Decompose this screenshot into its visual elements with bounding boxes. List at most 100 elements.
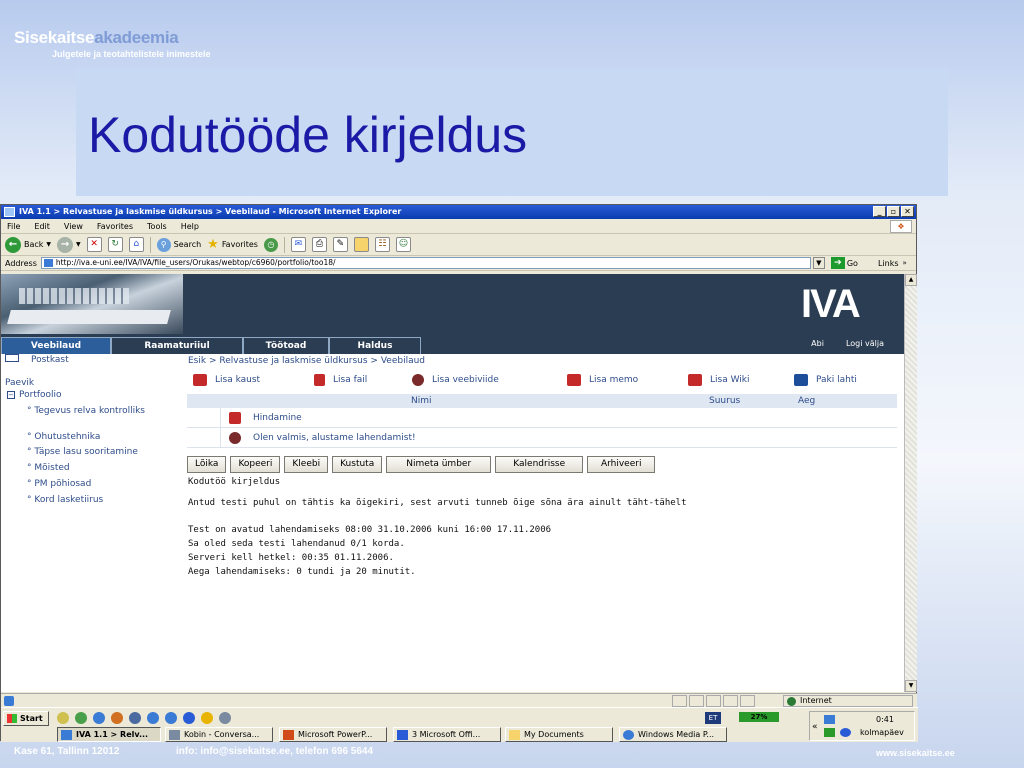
favorites-button[interactable]: ★ Favorites — [207, 237, 258, 252]
link-icon — [412, 374, 424, 386]
chevron-right-icon[interactable]: » — [903, 259, 907, 267]
help-link[interactable]: Abi — [811, 339, 824, 348]
go-button[interactable]: ➔ Go — [830, 257, 858, 269]
sidebar-item-portfoolio[interactable]: − Portfoolio — [7, 390, 62, 400]
tab-tootoad[interactable]: Töötoad — [243, 337, 329, 354]
messenger-icon[interactable]: ☺ — [395, 237, 411, 252]
restore-button[interactable]: ▫ — [887, 206, 900, 217]
quicklaunch-icon[interactable] — [183, 712, 195, 724]
start-button[interactable]: Start — [3, 711, 49, 726]
add-wiki-button[interactable]: Lisa Wiki — [688, 374, 750, 386]
quicklaunch-icon[interactable] — [75, 712, 87, 724]
sidebar-item-tapse-lasu[interactable]: ° Täpse lasu sooritamine — [27, 447, 138, 457]
messenger-icon[interactable] — [840, 728, 851, 737]
address-dropdown-icon[interactable]: ▼ — [812, 257, 825, 269]
chevron-left-icon[interactable]: « — [812, 722, 818, 732]
home-icon[interactable]: ⌂ — [128, 237, 144, 252]
taskbar-button-iva[interactable]: IVA 1.1 > Relv... — [57, 727, 161, 742]
unpack-button[interactable]: Paki lahti — [794, 374, 857, 386]
edit-icon[interactable]: ✎ — [332, 237, 348, 252]
go-label: Go — [846, 258, 858, 268]
item-buttons: Lõika Kopeeri Kleebi Kustuta Nimeta ümbe… — [187, 456, 656, 473]
menu-view[interactable]: View — [64, 219, 83, 233]
add-memo-button[interactable]: Lisa memo — [567, 374, 638, 386]
select-cell[interactable] — [187, 428, 221, 448]
breadcrumb[interactable]: Esik > Relvastuse ja laskmise üldkursus … — [188, 356, 425, 366]
history-icon[interactable]: ◷ — [263, 237, 278, 252]
col-time[interactable]: Aeg — [798, 394, 815, 408]
copy-button[interactable]: Kopeeri — [230, 456, 281, 473]
logout-link[interactable]: Logi välja — [846, 339, 884, 348]
mail-icon[interactable]: ✉ — [290, 237, 306, 252]
search-button[interactable]: ⚲ Search — [156, 237, 201, 252]
sidebar-item-moisted[interactable]: ° Mõisted — [27, 463, 70, 473]
close-button[interactable]: ✕ — [901, 206, 914, 217]
add-file-button[interactable]: Lisa fail — [314, 374, 367, 386]
menu-tools[interactable]: Tools — [147, 219, 167, 233]
cut-button[interactable]: Lõika — [187, 456, 227, 473]
menu-file[interactable]: File — [7, 219, 20, 233]
collapse-icon[interactable]: − — [7, 391, 15, 399]
ie-quicklaunch-icon[interactable] — [93, 712, 105, 724]
scroll-down-icon[interactable]: ▼ — [905, 680, 917, 692]
quicklaunch-icon[interactable] — [219, 712, 231, 724]
taskbar-button-mydocuments[interactable]: My Documents — [505, 727, 613, 742]
rename-button[interactable]: Nimeta ümber — [386, 456, 492, 473]
quicklaunch-icon[interactable] — [57, 712, 69, 724]
quicklaunch-icon[interactable] — [111, 712, 123, 724]
links-button[interactable]: Links — [878, 259, 899, 268]
tab-raamaturiiul[interactable]: Raamaturiiul — [111, 337, 243, 354]
minimize-button[interactable]: _ — [873, 206, 886, 217]
folder-icon[interactable] — [353, 237, 369, 252]
tab-haldus[interactable]: Haldus — [329, 337, 421, 354]
menu-edit[interactable]: Edit — [34, 219, 50, 233]
col-name[interactable]: Nimi — [411, 394, 432, 408]
stop-icon[interactable]: ✕ — [86, 237, 102, 252]
quicklaunch-icon[interactable] — [201, 712, 213, 724]
refresh-icon[interactable]: ↻ — [107, 237, 123, 252]
add-folder-button[interactable]: Lisa kaust — [193, 374, 260, 386]
clock-time[interactable]: 0:41 — [876, 715, 894, 724]
table-row[interactable]: Olen valmis, alustame lahendamist! — [187, 428, 897, 448]
taskbar-button-powerpoint[interactable]: Microsoft PowerP... — [279, 727, 387, 742]
add-weblink-button[interactable]: Lisa veebiviide — [412, 374, 499, 386]
forward-button[interactable]: → ▼ — [57, 236, 81, 253]
calendar-button[interactable]: Kalendrisse — [495, 456, 584, 473]
col-size[interactable]: Suurus — [709, 394, 740, 408]
sidebar-item-postkast[interactable]: Postkast — [5, 354, 69, 365]
window-titlebar[interactable]: IVA 1.1 > Relvastuse ja laskmise üldkurs… — [1, 205, 916, 219]
row-name[interactable]: Hindamine — [253, 408, 302, 428]
taskbar-button-office[interactable]: 3 Microsoft Offi... — [393, 727, 501, 742]
chevron-down-icon[interactable]: ▼ — [46, 241, 51, 248]
paste-button[interactable]: Kleebi — [284, 456, 329, 473]
sidebar-item-ohutustehnika[interactable]: ° Ohutustehnika — [27, 432, 100, 442]
delete-button[interactable]: Kustuta — [332, 456, 383, 473]
address-input[interactable]: http://iva.e-uni.ee/IVA/IVA/file_users/O… — [40, 257, 811, 269]
chevron-down-icon[interactable]: ▼ — [76, 241, 81, 248]
sidebar-item-tegevus[interactable]: ° Tegevus relva kontrolliks — [27, 406, 152, 417]
user-icon[interactable] — [824, 728, 835, 737]
quicklaunch-icon[interactable] — [129, 712, 141, 724]
language-indicator[interactable]: ET — [705, 712, 721, 724]
tab-veebilaud[interactable]: Veebilaud — [1, 337, 111, 354]
table-row[interactable]: Hindamine — [187, 408, 897, 428]
quicklaunch-icon[interactable] — [147, 712, 159, 724]
vertical-scrollbar[interactable]: ▲ ▼ — [904, 274, 917, 692]
quicklaunch-icon[interactable] — [165, 712, 177, 724]
action-label: Lisa Wiki — [710, 375, 750, 385]
scroll-up-icon[interactable]: ▲ — [905, 274, 917, 286]
select-cell[interactable] — [187, 408, 221, 428]
row-name[interactable]: Olen valmis, alustame lahendamist! — [253, 428, 416, 448]
taskbar-button-kobin[interactable]: Kobin - Conversa... — [165, 727, 273, 742]
print-icon[interactable]: ⎙ — [311, 237, 327, 252]
menu-favorites[interactable]: Favorites — [97, 219, 133, 233]
sidebar-item-kord-lasketiirus[interactable]: ° Kord lasketiirus — [27, 495, 103, 505]
sidebar-item-paevik[interactable]: Paevik — [5, 378, 34, 388]
archive-button[interactable]: Arhiveeri — [587, 456, 656, 473]
taskbar-button-mediaplayer[interactable]: Windows Media P... — [619, 727, 727, 742]
sidebar-item-pm-pohiosad[interactable]: ° PM põhiosad — [27, 479, 91, 489]
back-button[interactable]: ← Back ▼ — [5, 236, 51, 253]
menu-help[interactable]: Help — [181, 219, 199, 233]
network-icon[interactable] — [824, 715, 835, 724]
research-icon[interactable]: ☷ — [374, 237, 390, 252]
